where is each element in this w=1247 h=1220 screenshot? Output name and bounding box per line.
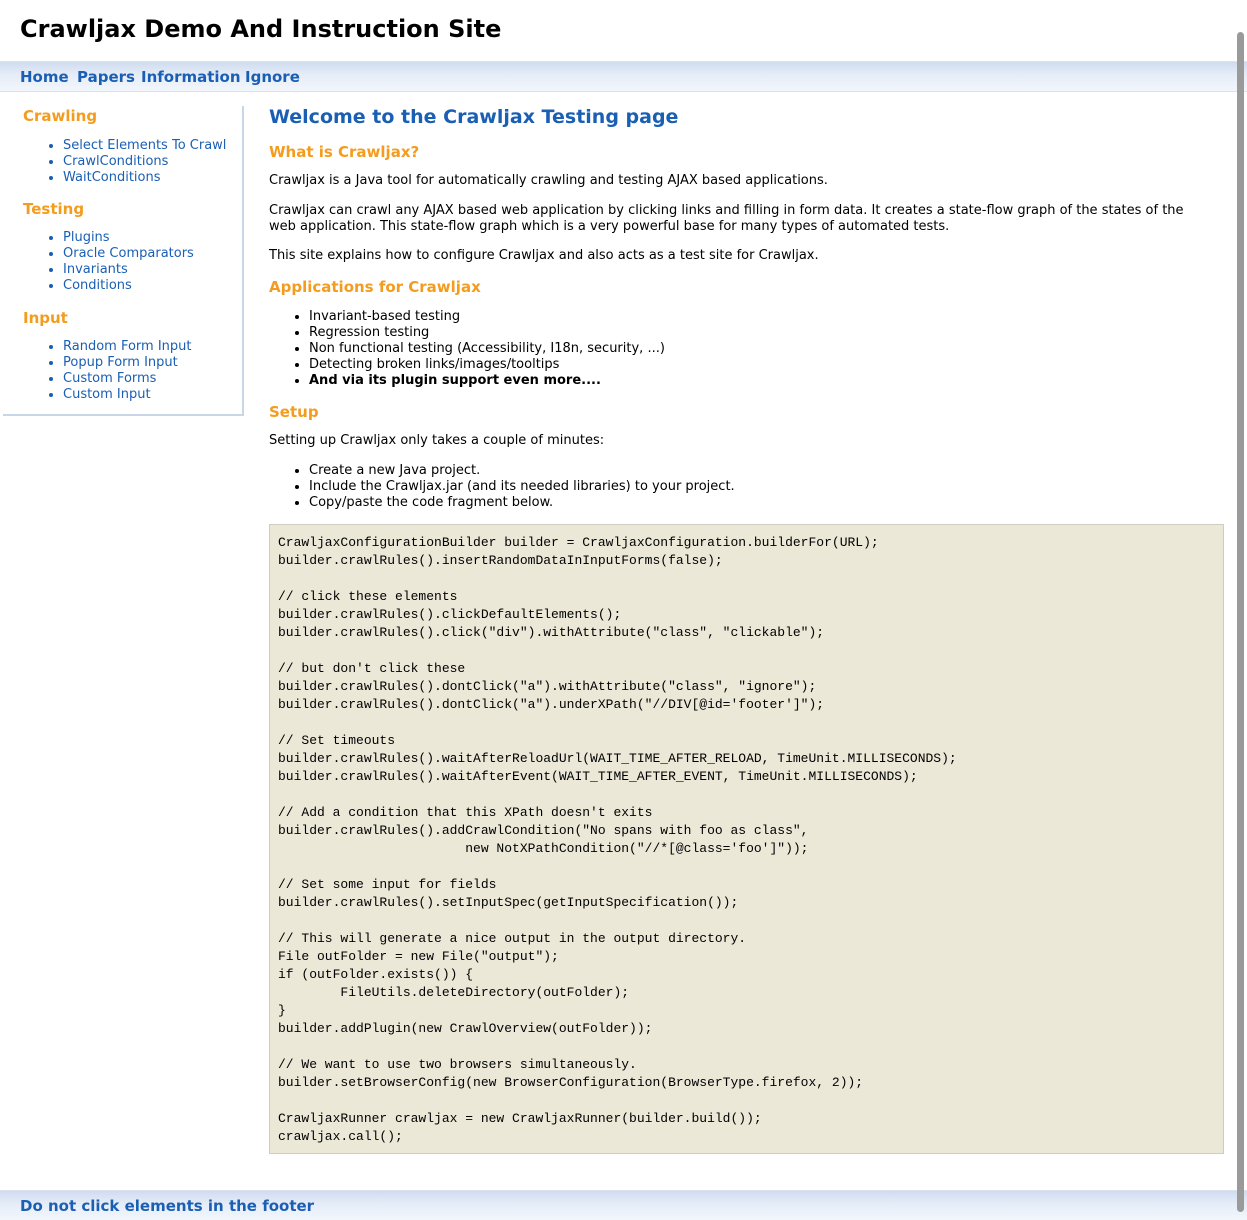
nav-link-ignore[interactable]: Ignore (245, 68, 300, 86)
sidebar-link-crawlconditions[interactable]: CrawlConditions (63, 154, 168, 169)
list-item: Select Elements To Crawl (63, 138, 226, 154)
sidebar-link-oracle-comparators[interactable]: Oracle Comparators (63, 246, 194, 261)
sidebar-link-invariants[interactable]: Invariants (63, 262, 128, 277)
heading-applications: Applications for Crawljax (269, 278, 481, 296)
heading-what-is-crawljax: What is Crawljax? (269, 143, 420, 161)
list-item: WaitConditions (63, 170, 226, 186)
setup-steps-list: Create a new Java project. Include the C… (289, 463, 735, 511)
sidebar-link-custom-forms[interactable]: Custom Forms (63, 371, 156, 386)
site-header: Crawljax Demo And Instruction Site (0, 0, 1247, 61)
vertical-scrollbar[interactable] (1237, 32, 1244, 1212)
sidebar-link-popup-form-input[interactable]: Popup Form Input (63, 355, 178, 370)
paragraph-description: Crawljax can crawl any AJAX based web ap… (269, 203, 1184, 234)
list-item: Detecting broken links/images/tooltips (309, 357, 665, 373)
list-item: Copy/paste the code fragment below. (309, 495, 735, 511)
list-item: Regression testing (309, 325, 665, 341)
sidebar-link-conditions[interactable]: Conditions (63, 278, 132, 293)
sidebar: Crawling Select Elements To Crawl CrawlC… (3, 106, 244, 416)
sidebar-link-custom-input[interactable]: Custom Input (63, 387, 151, 402)
list-item: Invariants (63, 262, 194, 278)
paragraph-site-purpose: This site explains how to configure Craw… (269, 248, 819, 263)
sidebar-link-waitconditions[interactable]: WaitConditions (63, 170, 161, 185)
list-item: Custom Forms (63, 371, 192, 387)
list-item: Non functional testing (Accessibility, I… (309, 341, 665, 357)
sidebar-heading-input: Input (23, 309, 68, 327)
paragraph-setup-intro: Setting up Crawljax only takes a couple … (269, 433, 605, 448)
footer-link[interactable]: Do not click elements in the footer (20, 1197, 314, 1215)
applications-list: Invariant-based testing Regression testi… (289, 309, 665, 389)
sidebar-list-input: Random Form Input Popup Form Input Custo… (43, 339, 192, 403)
code-snippet: CrawljaxConfigurationBuilder builder = C… (278, 535, 957, 1144)
nav-link-information[interactable]: Information (141, 68, 241, 86)
list-item: Custom Input (63, 387, 192, 403)
site-title: Crawljax Demo And Instruction Site (20, 15, 502, 43)
list-item: Include the Crawljax.jar (and its needed… (309, 479, 735, 495)
nav-link-papers[interactable]: Papers (77, 68, 135, 86)
list-item: Random Form Input (63, 339, 192, 355)
list-item: Popup Form Input (63, 355, 192, 371)
sidebar-link-plugins[interactable]: Plugins (63, 230, 110, 245)
code-block: CrawljaxConfigurationBuilder builder = C… (269, 524, 1224, 1154)
list-item: And via its plugin support even more.... (309, 373, 665, 389)
nav-link-home[interactable]: Home (20, 68, 69, 86)
footer: Do not click elements in the footer (0, 1190, 1247, 1220)
sidebar-link-select-elements[interactable]: Select Elements To Crawl (63, 138, 226, 153)
sidebar-list-crawling: Select Elements To Crawl CrawlConditions… (43, 138, 226, 186)
sidebar-link-random-form-input[interactable]: Random Form Input (63, 339, 192, 354)
list-item: Create a new Java project. (309, 463, 735, 479)
heading-setup: Setup (269, 403, 319, 421)
sidebar-heading-testing: Testing (23, 200, 85, 218)
paragraph-intro: Crawljax is a Java tool for automaticall… (269, 173, 828, 188)
page-title: Welcome to the Crawljax Testing page (269, 106, 679, 128)
sidebar-list-testing: Plugins Oracle Comparators Invariants Co… (43, 230, 194, 294)
list-item: CrawlConditions (63, 154, 226, 170)
list-item: Oracle Comparators (63, 246, 194, 262)
list-item: Plugins (63, 230, 194, 246)
list-item: Invariant-based testing (309, 309, 665, 325)
sidebar-heading-crawling: Crawling (23, 107, 98, 125)
top-nav: Home Papers Information Ignore (0, 61, 1247, 92)
page: Crawljax Demo And Instruction Site Home … (0, 0, 1247, 1220)
list-item: Conditions (63, 278, 194, 294)
